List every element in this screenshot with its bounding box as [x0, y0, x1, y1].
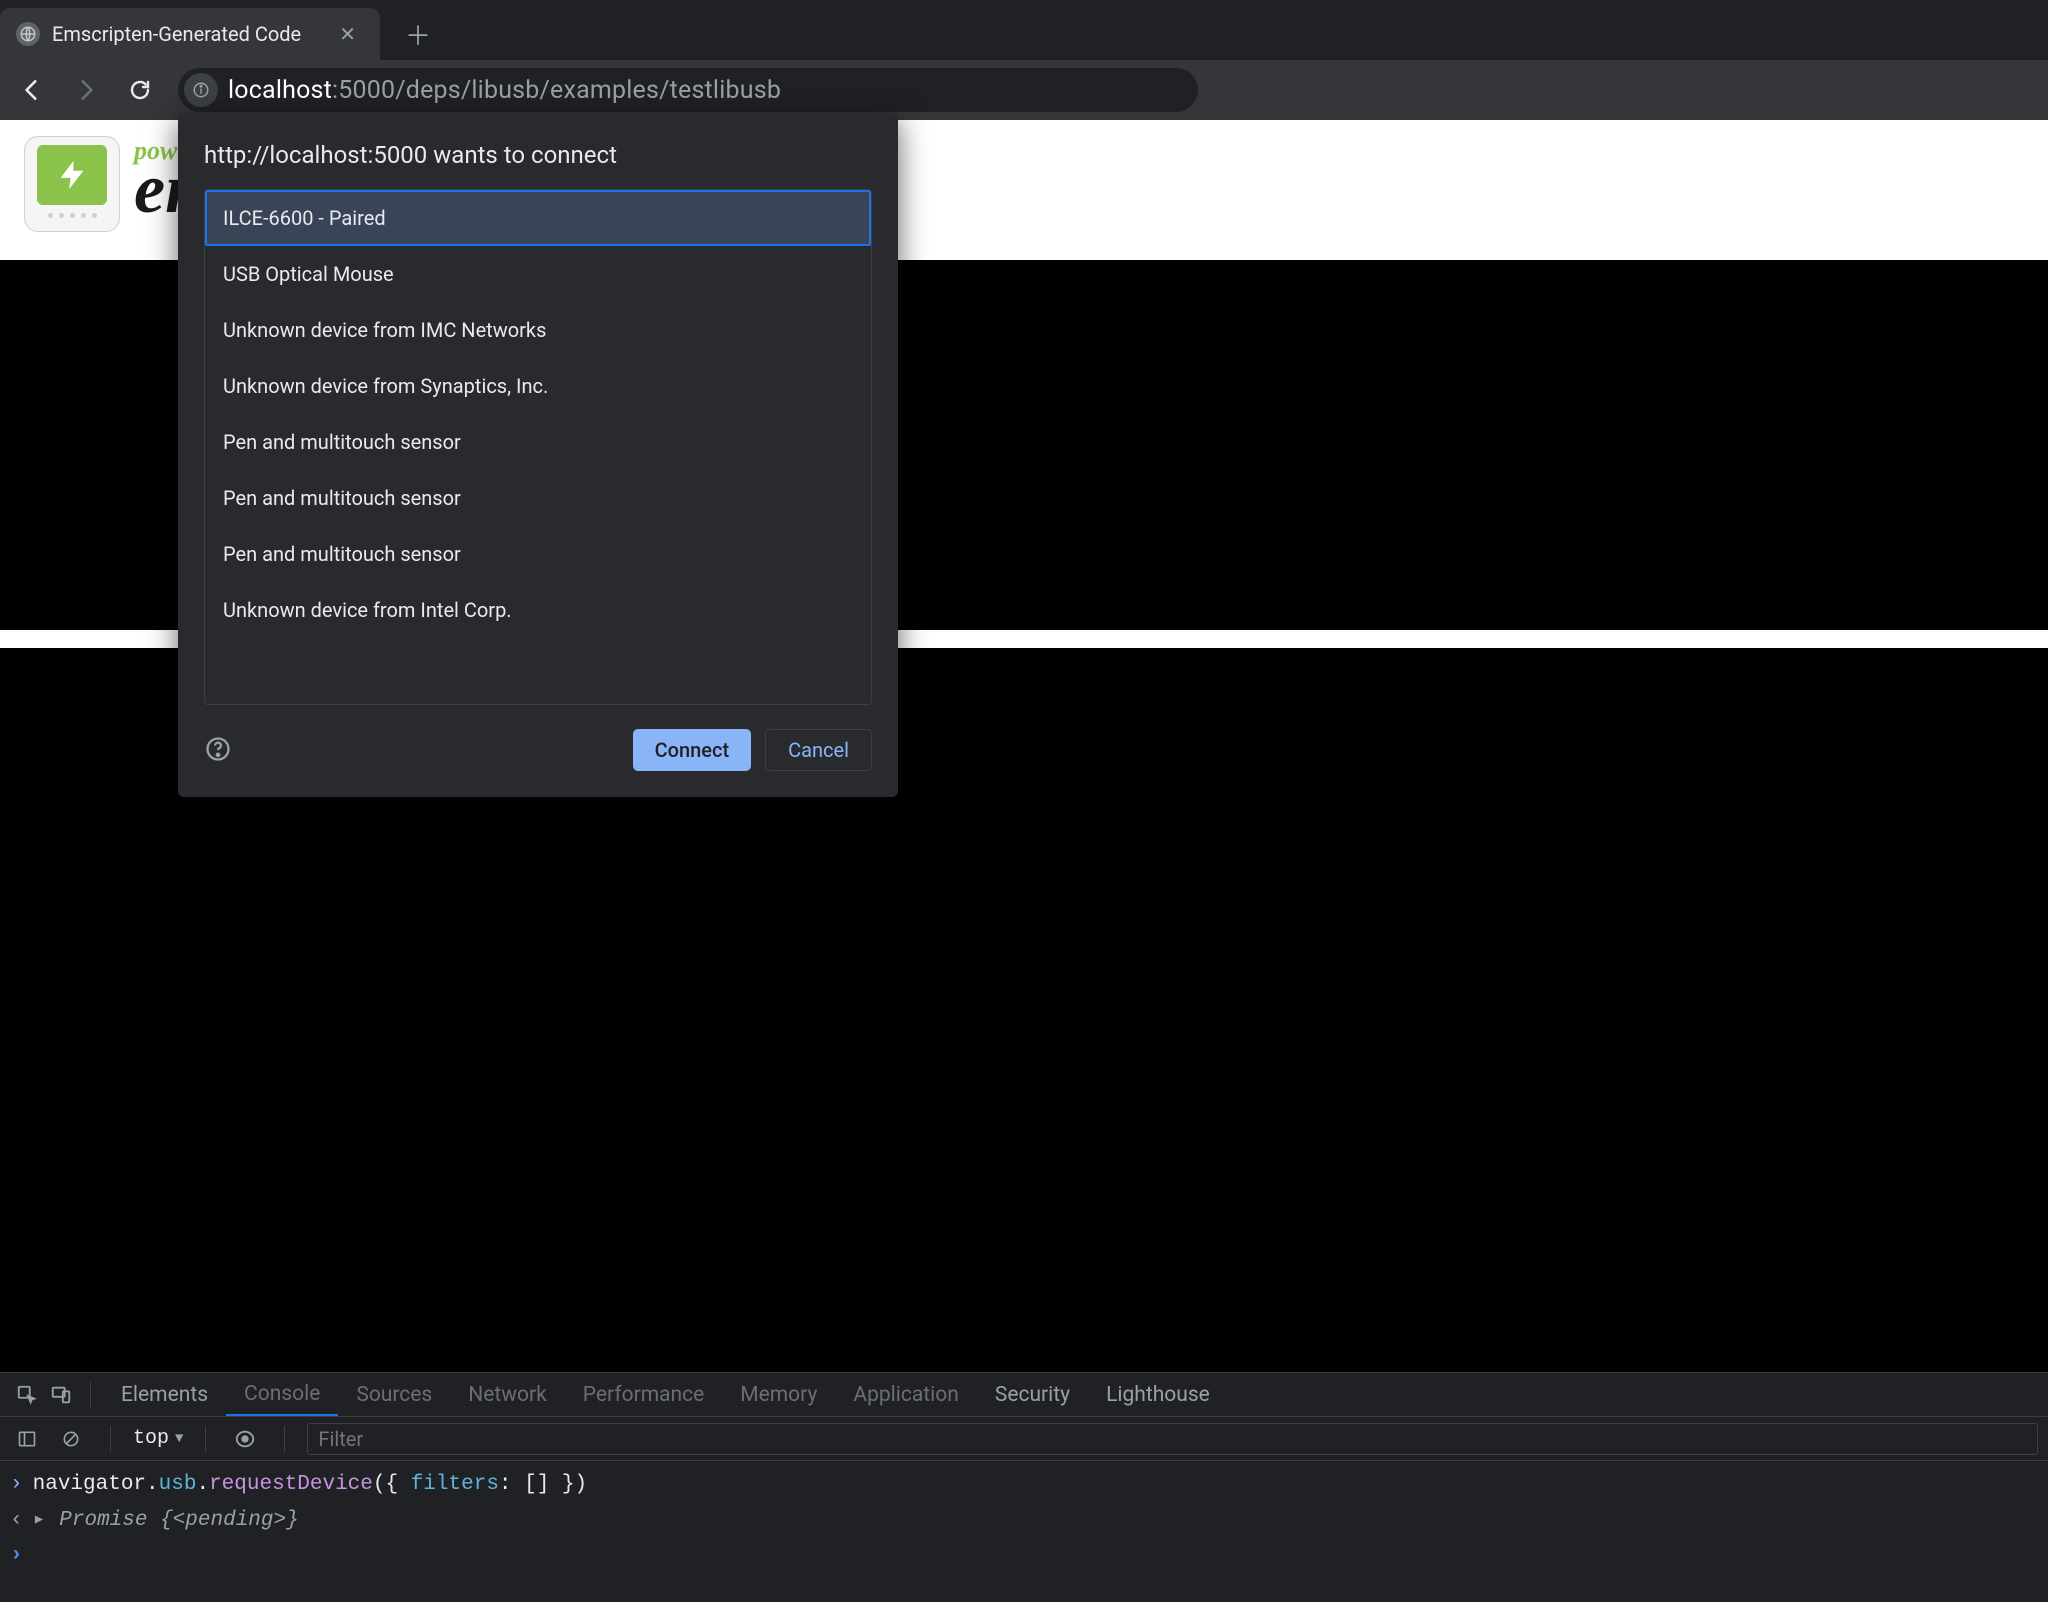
close-icon[interactable]: ✕ [333, 18, 362, 50]
usb-device-chooser-dialog: http://localhost:5000 wants to connect I… [178, 113, 898, 797]
url-path: /deps/libusb/examples/testlibusb [395, 76, 781, 105]
devtools-tab-performance[interactable]: Performance [565, 1375, 722, 1415]
console-filter-input[interactable] [307, 1423, 2038, 1455]
console-prompt-line[interactable]: › [10, 1538, 2038, 1574]
inspect-element-icon[interactable] [10, 1378, 44, 1412]
reload-button[interactable] [118, 68, 162, 112]
cancel-button[interactable]: Cancel [765, 729, 872, 771]
device-toolbar-icon[interactable] [44, 1378, 78, 1412]
output-type: Promise [59, 1509, 160, 1532]
device-list[interactable]: ILCE-6600 - PairedUSB Optical MouseUnkno… [204, 189, 872, 705]
bolt-icon [37, 145, 107, 205]
clear-console-icon[interactable] [54, 1422, 88, 1456]
globe-icon [16, 22, 40, 46]
site-info-icon[interactable] [184, 73, 218, 107]
expand-icon[interactable]: ▸ [33, 1503, 50, 1539]
console-output[interactable]: › navigator.usb.requestDevice({ filters:… [0, 1461, 2048, 1602]
devtools-tab-lighthouse[interactable]: Lighthouse [1088, 1375, 1228, 1415]
dialog-title: http://localhost:5000 wants to connect [178, 113, 898, 189]
device-option[interactable]: Unknown device from Synaptics, Inc. [205, 358, 871, 414]
console-filterbar: top ▼ [0, 1417, 2048, 1461]
url-host: localhost [228, 76, 332, 105]
device-option[interactable]: Unknown device from IMC Networks [205, 302, 871, 358]
output-state: {<pending>} [160, 1509, 299, 1532]
device-option[interactable]: Pen and multitouch sensor [205, 414, 871, 470]
devtools-panel: ElementsConsoleSourcesNetworkPerformance… [0, 1372, 2048, 1602]
back-button[interactable] [10, 68, 54, 112]
address-bar[interactable]: localhost:5000/deps/libusb/examples/test… [178, 68, 1198, 112]
context-label: top [133, 1427, 169, 1450]
devtools-tabbar: ElementsConsoleSourcesNetworkPerformance… [0, 1373, 2048, 1417]
tab-title: Emscripten-Generated Code [52, 22, 301, 46]
live-expression-icon[interactable] [228, 1422, 262, 1456]
browser-tab[interactable]: Emscripten-Generated Code ✕ [0, 8, 380, 60]
help-icon[interactable] [204, 735, 234, 765]
device-option[interactable]: ILCE-6600 - Paired [205, 190, 871, 246]
console-input-line: › navigator.usb.requestDevice({ filters:… [10, 1467, 2038, 1503]
chevron-down-icon: ▼ [175, 1431, 183, 1447]
browser-toolbar: localhost:5000/deps/libusb/examples/test… [0, 60, 2048, 120]
device-option[interactable]: USB Optical Mouse [205, 246, 871, 302]
forward-button[interactable] [64, 68, 108, 112]
logo-tile [24, 136, 120, 232]
new-tab-button[interactable]: ＋ [398, 14, 438, 54]
console-output-line: ‹ ▸ Promise {<pending>} [10, 1503, 2038, 1539]
device-option[interactable]: Pen and multitouch sensor [205, 526, 871, 582]
devtools-tab-security[interactable]: Security [977, 1375, 1088, 1415]
device-option[interactable]: Unknown device from Intel Corp. [205, 582, 871, 638]
devtools-tab-network[interactable]: Network [450, 1375, 565, 1415]
execution-context-selector[interactable]: top ▼ [133, 1427, 183, 1450]
console-sidebar-toggle-icon[interactable] [10, 1422, 44, 1456]
devtools-tab-elements[interactable]: Elements [103, 1375, 226, 1415]
url-port: :5000 [332, 76, 395, 105]
devtools-tab-console[interactable]: Console [226, 1374, 338, 1416]
url-text: localhost:5000/deps/libusb/examples/test… [228, 76, 781, 105]
connect-button[interactable]: Connect [633, 729, 751, 771]
console-code: navigator.usb.requestDevice({ filters: [… [33, 1467, 588, 1503]
prompt-output-icon: ‹ [10, 1503, 23, 1539]
devtools-tab-sources[interactable]: Sources [338, 1375, 450, 1415]
devtools-tab-application[interactable]: Application [835, 1375, 976, 1415]
device-option[interactable]: Pen and multitouch sensor [205, 470, 871, 526]
emscripten-logo: pow en [24, 136, 204, 232]
prompt-ready-icon: › [10, 1538, 23, 1574]
prompt-input-icon: › [10, 1467, 23, 1503]
browser-tabstrip: Emscripten-Generated Code ✕ ＋ [0, 0, 2048, 60]
devtools-tab-memory[interactable]: Memory [722, 1375, 835, 1415]
